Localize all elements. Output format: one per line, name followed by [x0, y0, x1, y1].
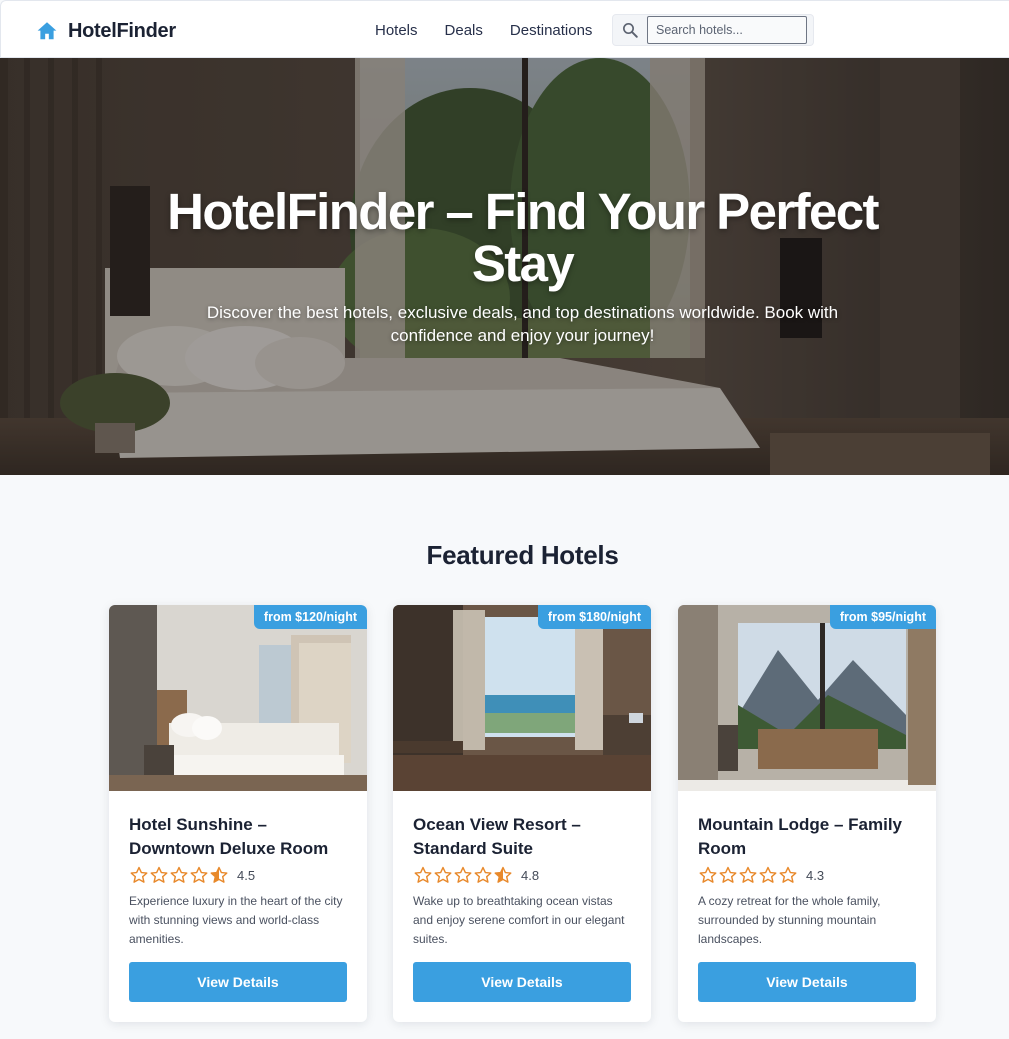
- hero-title: HotelFinder – Find Your Perfect Stay: [167, 183, 879, 292]
- nav-link-deals[interactable]: Deals: [445, 22, 483, 39]
- home-icon: [37, 22, 57, 40]
- star-half-icon: [494, 866, 512, 883]
- rating-value: 4.3: [806, 867, 825, 883]
- star-icon: [170, 866, 188, 883]
- featured-hotels-heading: Featured Hotels: [426, 540, 619, 570]
- star-half-icon: [210, 866, 228, 883]
- hotel-name[interactable]: Mountain Lodge – Family Room: [698, 813, 918, 861]
- hotel-name[interactable]: Hotel Sunshine – Downtown Deluxe Room: [129, 813, 349, 861]
- star-icon: [454, 866, 472, 883]
- star-icon: [739, 866, 757, 883]
- hotel-description: Experience luxury in the heart of the ci…: [129, 894, 343, 946]
- main-nav: Hotels Deals Destinations: [375, 19, 592, 41]
- brand-name: HotelFinder: [68, 19, 176, 42]
- search-box: [612, 14, 814, 46]
- price-badge: from $180/night: [537, 605, 651, 629]
- star-icon: [699, 866, 717, 883]
- hotel-card: from $95/night Mountain Lodge – Family R…: [678, 605, 936, 1022]
- star-rating: 4.8: [413, 865, 539, 885]
- hotel-image[interactable]: from $120/night: [109, 605, 367, 791]
- star-icon: [414, 866, 432, 883]
- hotel-card: from $180/night Ocean View Resort – Stan…: [393, 605, 651, 1022]
- rating-value: 4.8: [521, 867, 540, 883]
- star-icon: [190, 866, 208, 883]
- hotel-description: A cozy retreat for the whole family, sur…: [698, 894, 881, 946]
- hero-subtitle: Discover the best hotels, exclusive deal…: [206, 303, 839, 345]
- view-details-button[interactable]: View Details: [698, 962, 916, 1002]
- view-details-button[interactable]: View Details: [129, 962, 347, 1002]
- star-icon: [719, 866, 737, 883]
- search-input[interactable]: [647, 16, 807, 44]
- star-rating: 4.5: [129, 865, 255, 885]
- hotel-card: from $120/night Hotel Sunshine – Downtow…: [109, 605, 367, 1022]
- price-badge: from $120/night: [253, 605, 367, 629]
- hotel-description: Wake up to breathtaking ocean vistas and…: [413, 894, 625, 946]
- hotel-image[interactable]: from $95/night: [678, 605, 936, 791]
- star-icon: [779, 866, 797, 883]
- star-icon: [150, 866, 168, 883]
- view-details-button[interactable]: View Details: [413, 962, 631, 1002]
- nav-link-hotels[interactable]: Hotels: [375, 22, 418, 39]
- brand-logo-link[interactable]: HotelFinder: [36, 17, 176, 45]
- star-rating: 4.3: [698, 865, 824, 885]
- hero-banner: HotelFinder – Find Your Perfect Stay Dis…: [0, 58, 1009, 475]
- nav-link-destinations[interactable]: Destinations: [510, 22, 593, 39]
- price-badge: from $95/night: [829, 605, 936, 629]
- star-icon: [759, 866, 777, 883]
- star-icon: [434, 866, 452, 883]
- hotel-image[interactable]: from $180/night: [393, 605, 651, 791]
- navbar: HotelFinder Hotels Deals Destinations: [0, 0, 1009, 58]
- rating-value: 4.5: [237, 867, 256, 883]
- star-icon: [474, 866, 492, 883]
- hotel-name[interactable]: Ocean View Resort – Standard Suite: [413, 813, 633, 861]
- search-icon[interactable]: [621, 21, 639, 39]
- star-icon: [130, 866, 148, 883]
